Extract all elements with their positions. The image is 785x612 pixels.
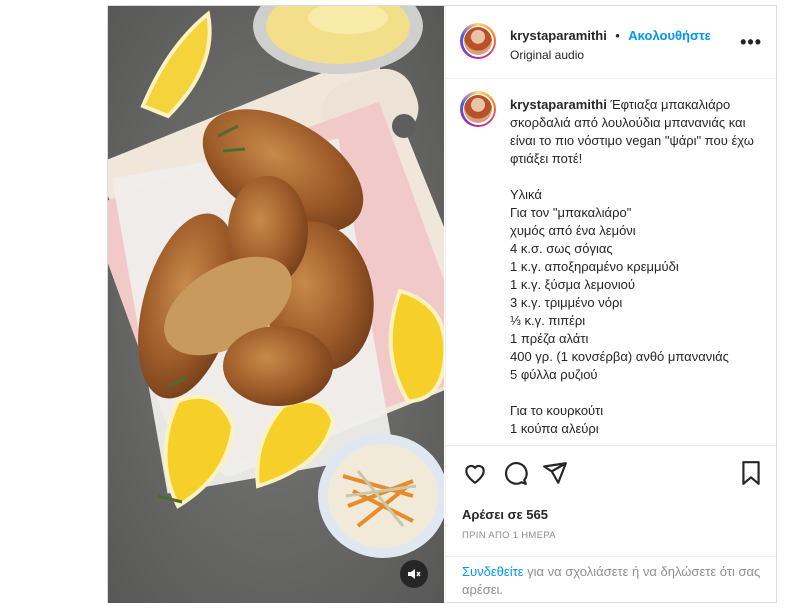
caption-username[interactable]: krystaparamithi [510,97,607,112]
caption-text: krystaparamithi Έφτιαξα μπακαλιάρο σκορδ… [510,96,762,438]
mute-button[interactable] [400,560,428,588]
likes-count[interactable]: Αρέσει σε 565 [462,507,548,522]
login-prompt: Συνδεθείτε για να σχολιάσετε ή να δηλώσε… [446,556,778,604]
caption-area: krystaparamithi Έφτιαξα μπακαλιάρο σκορδ… [446,79,778,445]
more-options-icon[interactable]: ••• [740,32,762,53]
post-media[interactable] [108,6,444,603]
speaker-muted-icon [408,569,421,579]
post-card: krystaparamithi • Ακολουθήστε Original a… [107,5,778,603]
audio-label[interactable]: Original audio [510,48,584,62]
header-username[interactable]: krystaparamithi [510,28,607,43]
caption-avatar[interactable] [460,91,496,127]
follow-button[interactable]: Ακολουθήστε [628,28,711,43]
login-link[interactable]: Συνδεθείτε [462,564,524,579]
bookmark-icon[interactable] [738,460,764,486]
food-photo [108,6,444,603]
avatar[interactable] [460,23,496,59]
heart-icon[interactable] [462,460,488,486]
action-bar: Αρέσει σε 565 ΠΡΙΝ ΑΠΟ 1 ΗΜΕΡΑ [446,445,778,556]
comment-icon[interactable] [502,460,528,486]
post-timestamp: ΠΡΙΝ ΑΠΟ 1 ΗΜΕΡΑ [462,530,556,541]
post-sidebar: krystaparamithi • Ακολουθήστε Original a… [445,6,778,603]
separator-dot: • [615,28,620,43]
caption-body: Έφτιαξα μπακαλιάρο σκορδαλιά από λουλούδ… [510,97,754,436]
share-icon[interactable] [542,460,568,486]
post-header: krystaparamithi • Ακολουθήστε Original a… [446,6,778,79]
